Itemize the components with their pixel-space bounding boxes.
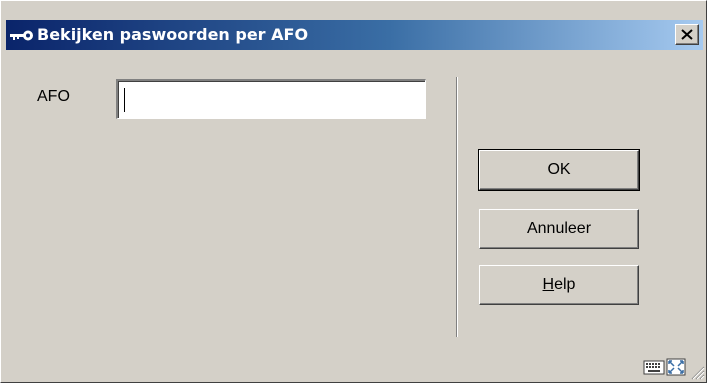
afo-input[interactable]: [116, 79, 426, 119]
keyboard-icon[interactable]: [643, 358, 665, 376]
help-label-rest: elp: [554, 276, 576, 293]
help-mnemonic: H: [542, 276, 555, 293]
help-button[interactable]: Help: [479, 265, 639, 305]
cancel-button[interactable]: Annuleer: [479, 209, 639, 249]
title-bar[interactable]: Bekijken paswoorden per AFO: [6, 20, 703, 50]
afo-label: AFO: [37, 88, 70, 105]
text-caret: [124, 88, 125, 112]
vertical-divider: [456, 77, 458, 337]
ok-button[interactable]: OK: [478, 149, 640, 191]
resize-grip-icon[interactable]: [689, 364, 705, 380]
key-icon: [9, 26, 35, 44]
dialog-window: Bekijken paswoorden per AFO AFO OK Annul…: [0, 0, 707, 383]
expand-icon[interactable]: [665, 358, 687, 376]
close-button[interactable]: [675, 24, 699, 45]
close-icon: [681, 29, 693, 40]
window-title: Bekijken paswoorden per AFO: [37, 25, 309, 44]
